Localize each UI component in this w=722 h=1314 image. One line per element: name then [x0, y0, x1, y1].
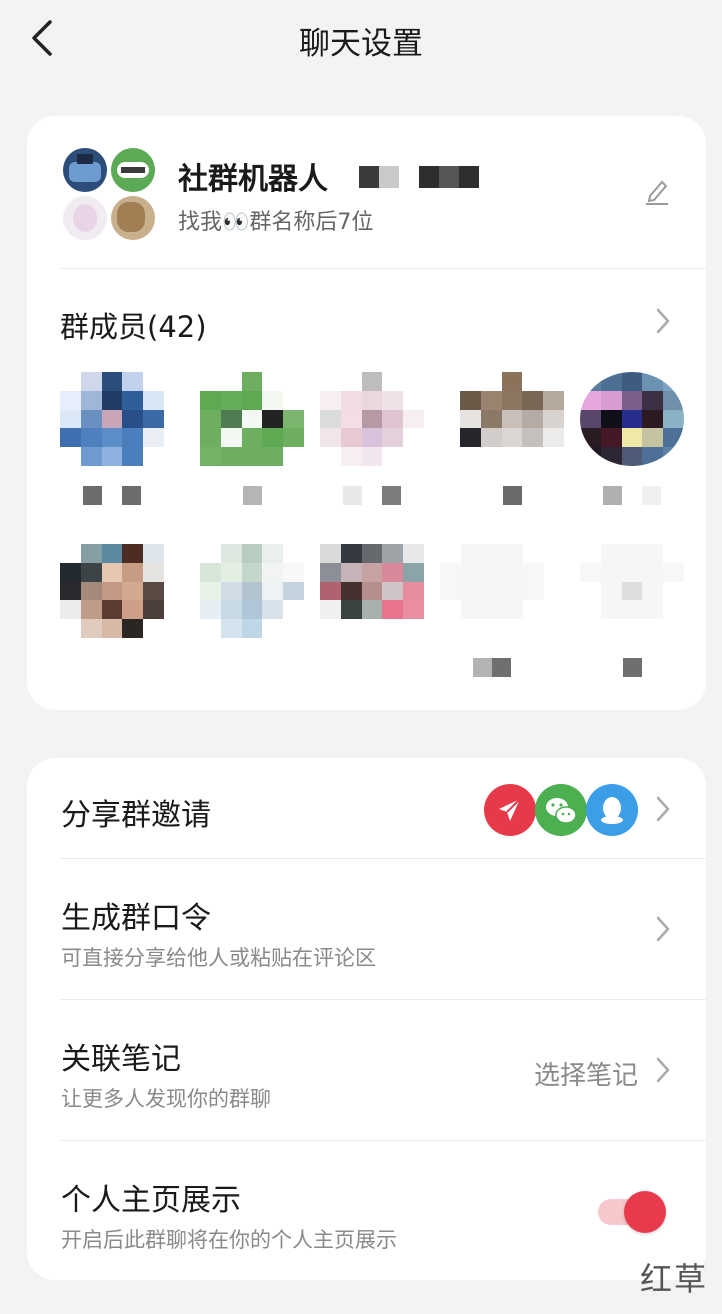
- member-avatar: [460, 372, 564, 466]
- member-name-redacted: [60, 658, 164, 678]
- chevron-right-icon: [656, 1057, 670, 1083]
- edit-group-button[interactable]: [642, 176, 672, 206]
- group-code-subtitle: 可直接分享给他人或粘贴在评论区: [61, 946, 376, 970]
- member-item[interactable]: [440, 544, 544, 678]
- chevron-right-icon: [656, 916, 670, 942]
- top-bar: 聊天设置: [0, 0, 722, 80]
- member-name-redacted: [580, 486, 684, 506]
- page-title: 聊天设置: [299, 26, 423, 62]
- divider: [60, 268, 706, 269]
- group-description: 找我👀群名称后7位: [178, 210, 374, 235]
- member-avatar-thumb: [63, 196, 107, 240]
- member-item[interactable]: [60, 544, 164, 678]
- profile-display-label: 个人主页展示: [61, 1183, 241, 1218]
- group-name: 社群机器人: [178, 162, 328, 197]
- share-invite-row[interactable]: 分享群邀请: [27, 758, 706, 858]
- qq-icon[interactable]: [586, 784, 638, 836]
- member-avatar-thumb: [111, 196, 155, 240]
- watermark: 红草: [639, 1260, 708, 1298]
- share-invite-label: 分享群邀请: [61, 798, 211, 833]
- group-header[interactable]: 社群机器人 找我👀群名称后7位: [27, 116, 706, 268]
- member-item[interactable]: [460, 372, 564, 506]
- member-item[interactable]: [320, 544, 424, 678]
- member-avatar: [580, 544, 684, 638]
- member-item[interactable]: [580, 372, 684, 506]
- linked-notes-row[interactable]: 关联笔记 让更多人发现你的群聊 选择笔记: [27, 1000, 706, 1140]
- member-name-redacted: [200, 486, 304, 506]
- linked-notes-subtitle: 让更多人发现你的群聊: [61, 1087, 271, 1111]
- member-avatar: [320, 372, 424, 466]
- profile-display-row: 个人主页展示 开启后此群聊将在你的个人主页展示: [27, 1141, 706, 1280]
- member-name-redacted: [580, 658, 684, 678]
- group-info-card: 社群机器人 找我👀群名称后7位 群成员(42): [27, 116, 706, 710]
- member-name-redacted: [200, 658, 304, 678]
- member-avatar-thumb: [63, 148, 107, 192]
- linked-notes-label: 关联笔记: [61, 1042, 181, 1077]
- member-avatar: [60, 544, 164, 638]
- member-avatar: [320, 544, 424, 638]
- toggle-knob: [624, 1191, 666, 1233]
- member-name-redacted: [60, 486, 164, 506]
- member-name-redacted: [440, 658, 544, 678]
- pencil-icon: [646, 180, 668, 205]
- select-note-value[interactable]: 选择笔记: [534, 1055, 638, 1092]
- members-title[interactable]: 群成员(42): [60, 304, 207, 346]
- group-code-row[interactable]: 生成群口令 可直接分享给他人或粘贴在评论区: [27, 859, 706, 999]
- group-name-redacted: [419, 166, 479, 188]
- profile-display-toggle[interactable]: [598, 1191, 666, 1233]
- member-item[interactable]: [60, 372, 164, 506]
- group-name-redacted: [359, 166, 399, 188]
- member-name-redacted: [320, 486, 424, 506]
- member-name-redacted: [460, 486, 564, 506]
- profile-display-subtitle: 开启后此群聊将在你的个人主页展示: [61, 1228, 397, 1252]
- red-send-icon[interactable]: [484, 784, 536, 836]
- member-avatar-thumb: [111, 148, 155, 192]
- member-name-redacted: [320, 658, 424, 678]
- member-avatar: [200, 372, 304, 466]
- group-avatar: [63, 148, 155, 240]
- chevron-right-icon[interactable]: [653, 306, 673, 336]
- member-avatar: [60, 372, 164, 466]
- member-avatar: [580, 372, 684, 466]
- chevron-right-icon: [656, 796, 670, 822]
- member-item[interactable]: [320, 372, 424, 506]
- member-avatar: [200, 544, 304, 638]
- group-code-label: 生成群口令: [61, 901, 211, 936]
- member-item[interactable]: [580, 544, 684, 678]
- wechat-icon[interactable]: [535, 784, 587, 836]
- member-item[interactable]: [200, 372, 304, 506]
- settings-card: 分享群邀请 生成群口令 可直接分享给他人或粘贴在评论区 关联笔记 让更多人发现你…: [27, 758, 706, 1280]
- member-avatar: [440, 544, 544, 638]
- member-item[interactable]: [200, 544, 304, 678]
